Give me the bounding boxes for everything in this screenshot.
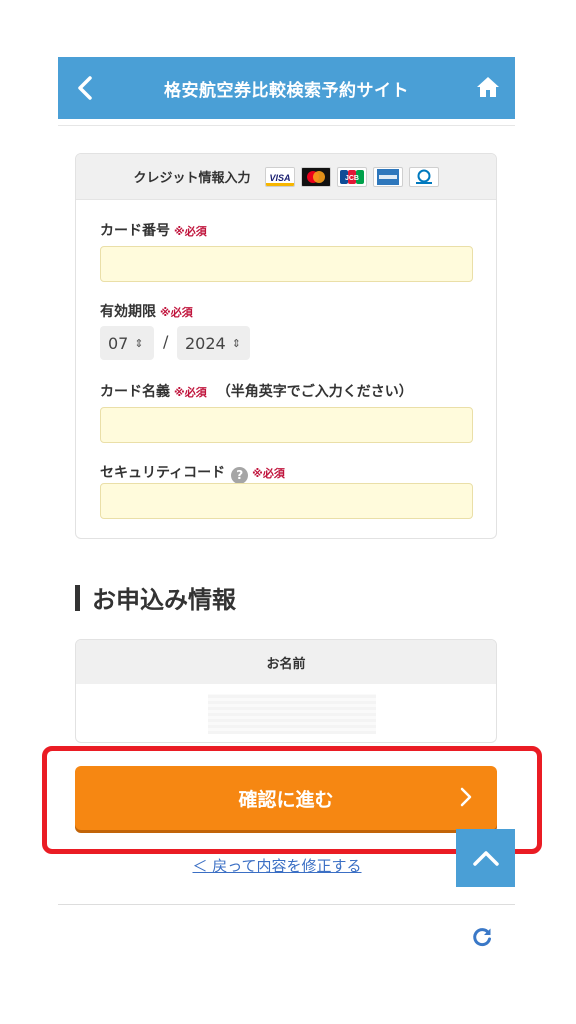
required-badge: ※必須 bbox=[174, 225, 207, 238]
chevron-left-icon bbox=[78, 76, 92, 100]
card-name-label: カード名義 ※必須 （半角英字でご入力ください） bbox=[100, 384, 413, 400]
updown-icon: ⇕ bbox=[134, 336, 144, 350]
credit-card-panel: クレジット情報入力 VISA JCB カード番号 ※必須 有効期限 ※必須 07 ⇕ … bbox=[75, 153, 497, 539]
name-header: お名前 bbox=[76, 640, 496, 684]
diners-logo bbox=[408, 166, 439, 187]
home-icon bbox=[477, 77, 499, 97]
expiry-year-select[interactable]: 2024 ⇕ bbox=[177, 326, 250, 360]
reload-button[interactable] bbox=[469, 924, 495, 950]
mastercard-logo bbox=[300, 166, 331, 187]
required-badge: ※必須 bbox=[160, 306, 193, 319]
card-name-input[interactable] bbox=[100, 407, 473, 443]
divider bbox=[58, 904, 515, 905]
jcb-logo: JCB bbox=[336, 166, 367, 187]
expiry-separator: / bbox=[163, 332, 169, 351]
masked-name-value bbox=[208, 694, 376, 734]
reload-icon bbox=[473, 928, 491, 947]
back-button[interactable] bbox=[68, 71, 102, 105]
section-bar bbox=[75, 584, 80, 611]
expiry-label: 有効期限 ※必須 bbox=[100, 304, 193, 320]
app-header: 格安航空券比較検索予約サイト bbox=[58, 57, 515, 119]
header-title: 格安航空券比較検索予約サイト bbox=[164, 80, 409, 101]
svg-text:VISA: VISA bbox=[269, 173, 290, 183]
visa-logo: VISA bbox=[264, 166, 295, 187]
credit-panel-header: クレジット情報入力 VISA JCB bbox=[76, 154, 496, 200]
help-icon[interactable]: ? bbox=[231, 466, 249, 484]
name-panel: お名前 bbox=[75, 639, 497, 743]
credit-panel-title: クレジット情報入力 bbox=[133, 171, 251, 186]
required-badge: ※必須 bbox=[252, 467, 285, 480]
svg-text:JCB: JCB bbox=[344, 175, 358, 182]
home-button[interactable] bbox=[473, 72, 503, 102]
security-code-input[interactable] bbox=[100, 483, 473, 519]
amex-logo bbox=[372, 166, 403, 187]
security-code-label: セキュリティコード? ※必須 bbox=[100, 465, 285, 484]
card-number-label: カード番号 ※必須 bbox=[100, 223, 207, 239]
updown-icon: ⇕ bbox=[231, 336, 241, 350]
expiry-month-select[interactable]: 07 ⇕ bbox=[100, 326, 154, 360]
section-title: お申込み情報 bbox=[75, 580, 236, 615]
card-number-input[interactable] bbox=[100, 246, 473, 282]
required-badge: ※必須 bbox=[174, 386, 207, 399]
back-edit-link[interactable]: ＜ 戻って内容を修正する bbox=[0, 855, 554, 876]
card-name-note: （半角英字でご入力ください） bbox=[216, 384, 413, 400]
divider bbox=[58, 125, 515, 126]
